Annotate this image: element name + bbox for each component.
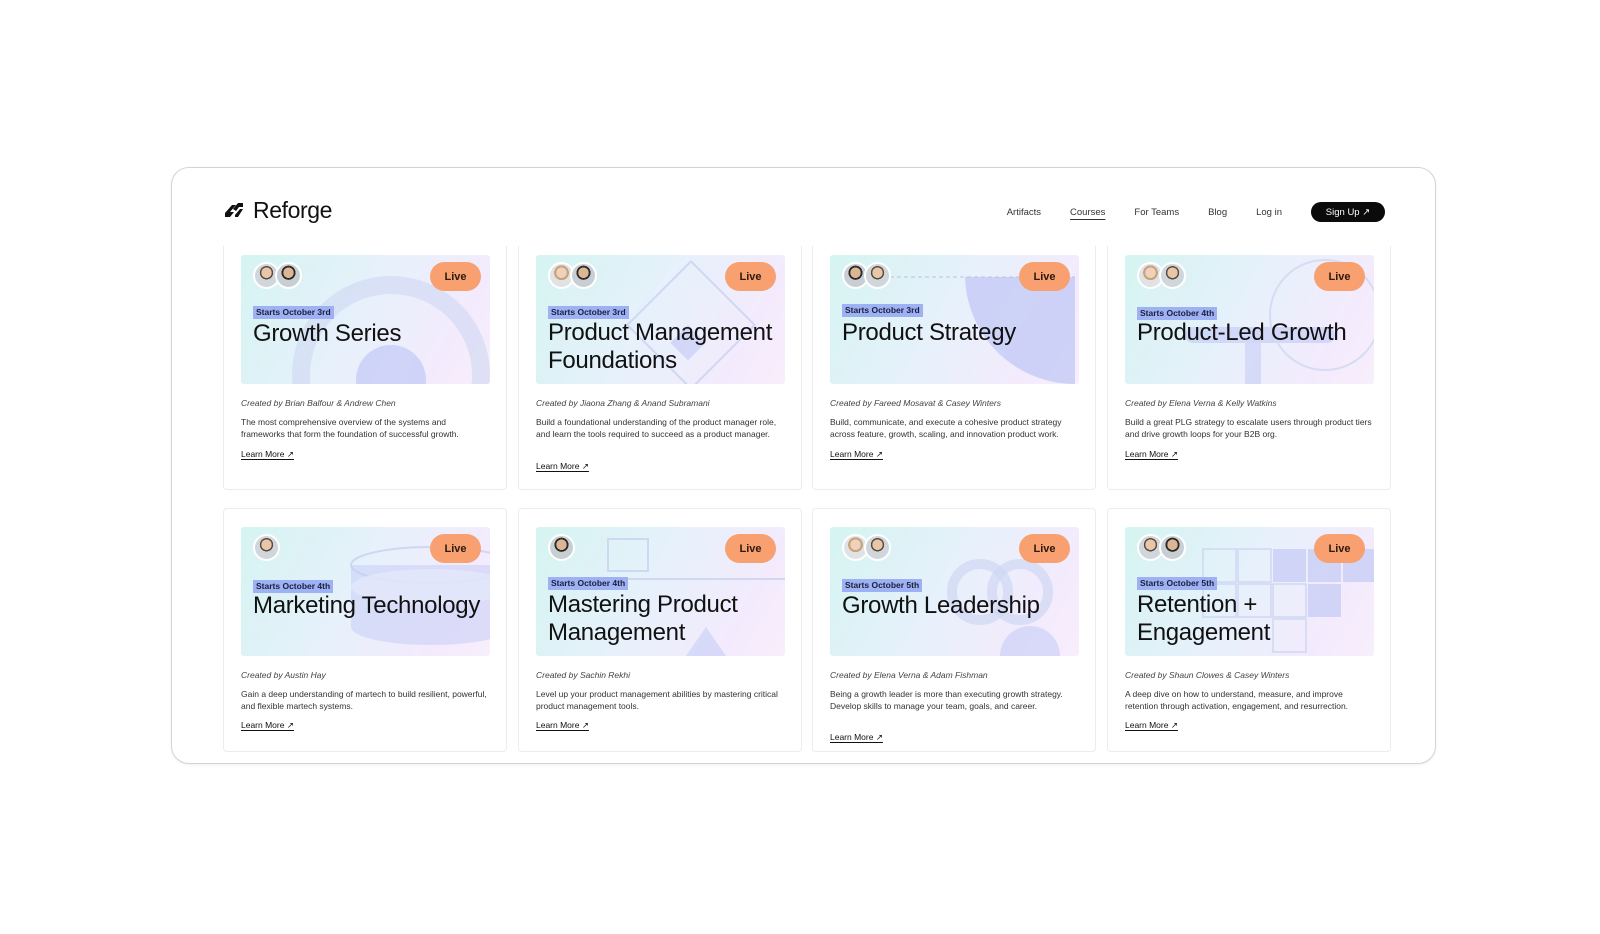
course-banner: Live Starts October 3rd Product Strategy	[830, 255, 1079, 384]
live-badge: Live	[1019, 534, 1070, 563]
course-banner: Live Starts October 4th Marketing Techno…	[241, 527, 490, 656]
course-banner: Live Starts October 5th Growth Leadershi…	[830, 527, 1079, 656]
nav-blog[interactable]: Blog	[1208, 207, 1227, 218]
course-banner: Live Starts October 4th Product-Led Grow…	[1125, 255, 1374, 384]
course-description: A deep dive on how to understand, measur…	[1125, 689, 1349, 711]
course-description: Being a growth leader is more than execu…	[830, 689, 1063, 711]
course-banner: Live Starts October 3rd Product Manageme…	[536, 255, 785, 384]
course-description: Level up your product management abiliti…	[536, 689, 778, 711]
avatar	[275, 262, 302, 289]
course-authors: Created by Elena Verna & Kelly Watkins	[1125, 398, 1277, 408]
course-description: Build, communicate, and execute a cohesi…	[830, 417, 1062, 439]
live-badge: Live	[725, 262, 776, 291]
course-description: The most comprehensive overview of the s…	[241, 417, 459, 439]
browser-frame: Reforge Artifacts Courses For Teams Blog…	[171, 167, 1436, 764]
avatar	[253, 534, 280, 561]
instructor-avatars	[253, 534, 280, 561]
course-card-mastering-product-management[interactable]: Live Starts October 4th Mastering Produc…	[518, 508, 802, 752]
course-title: Growth Leadership	[842, 592, 1040, 619]
learn-more-link[interactable]: Learn More ↗	[241, 720, 294, 731]
course-title: Product-Led Growth	[1137, 319, 1347, 346]
top-nav: Artifacts Courses For Teams Blog Log in …	[978, 202, 1385, 222]
course-title: Product Strategy	[842, 319, 1016, 346]
learn-more-link[interactable]: Learn More ↗	[830, 732, 883, 743]
course-card-product-led-growth[interactable]: Live Starts October 4th Product-Led Grow…	[1107, 246, 1391, 490]
course-description: Build a foundational understanding of th…	[536, 417, 777, 439]
start-date-badge: Starts October 5th	[1137, 577, 1218, 590]
course-title: Growth Series	[253, 320, 402, 347]
avatar	[548, 534, 575, 561]
start-date-badge: Starts October 4th	[548, 577, 629, 590]
instructor-avatars	[842, 262, 891, 289]
live-badge: Live	[1314, 534, 1365, 563]
course-card-product-management-foundations[interactable]: Live Starts October 3rd Product Manageme…	[518, 246, 802, 490]
live-badge: Live	[1314, 262, 1365, 291]
course-authors: Created by Jiaona Zhang & Anand Subraman…	[536, 398, 710, 408]
live-badge: Live	[725, 534, 776, 563]
instructor-avatars	[842, 534, 891, 561]
instructor-avatars	[548, 262, 597, 289]
sign-up-button[interactable]: Sign Up ↗	[1311, 202, 1385, 222]
live-badge: Live	[1019, 262, 1070, 291]
nav-for-teams[interactable]: For Teams	[1134, 207, 1179, 218]
avatar	[1159, 534, 1186, 561]
instructor-avatars	[548, 534, 575, 561]
course-authors: Created by Elena Verna & Adam Fishman	[830, 670, 988, 680]
nav-artifacts[interactable]: Artifacts	[1007, 207, 1041, 218]
course-title: Retention + Engagement	[1137, 591, 1271, 646]
instructor-avatars	[1137, 534, 1186, 561]
course-card-marketing-technology[interactable]: Live Starts October 4th Marketing Techno…	[223, 508, 507, 752]
course-description: Gain a deep understanding of martech to …	[241, 689, 487, 711]
learn-more-link[interactable]: Learn More ↗	[830, 449, 883, 460]
course-title: Marketing Technology	[253, 592, 481, 619]
start-date-badge: Starts October 3rd	[548, 306, 629, 319]
instructor-avatars	[1137, 262, 1186, 289]
live-badge: Live	[430, 534, 481, 563]
course-title: Mastering Product Management	[548, 591, 738, 646]
course-title: Product Management Foundations	[548, 319, 773, 374]
logo[interactable]: Reforge	[223, 197, 332, 224]
live-badge: Live	[430, 262, 481, 291]
nav-log-in[interactable]: Log in	[1256, 207, 1282, 218]
start-date-badge: Starts October 5th	[842, 579, 923, 592]
course-banner: Live Starts October 5th Retention + Enga…	[1125, 527, 1374, 656]
course-authors: Created by Austin Hay	[241, 670, 326, 680]
start-date-badge: Starts October 3rd	[842, 304, 923, 317]
course-card-growth-leadership[interactable]: Live Starts October 5th Growth Leadershi…	[812, 508, 1096, 752]
avatar	[864, 534, 891, 561]
course-authors: Created by Shaun Clowes & Casey Winters	[1125, 670, 1290, 680]
course-card-retention-engagement[interactable]: Live Starts October 5th Retention + Enga…	[1107, 508, 1391, 752]
course-card-product-strategy[interactable]: Live Starts October 3rd Product Strategy…	[812, 246, 1096, 490]
course-authors: Created by Sachin Rekhi	[536, 670, 631, 680]
learn-more-link[interactable]: Learn More ↗	[241, 449, 294, 460]
course-card-growth-series[interactable]: Live Starts October 3rd Growth Series Cr…	[223, 246, 507, 490]
course-banner: Live Starts October 3rd Growth Series	[241, 255, 490, 384]
avatar	[864, 262, 891, 289]
learn-more-link[interactable]: Learn More ↗	[1125, 720, 1178, 731]
start-date-badge: Starts October 3rd	[253, 306, 334, 319]
course-banner: Live Starts October 4th Mastering Produc…	[536, 527, 785, 656]
course-description: Build a great PLG strategy to escalate u…	[1125, 417, 1372, 439]
course-authors: Created by Fareed Mosavat & Casey Winter…	[830, 398, 1001, 408]
learn-more-link[interactable]: Learn More ↗	[1125, 449, 1178, 460]
course-authors: Created by Brian Balfour & Andrew Chen	[241, 398, 396, 408]
learn-more-link[interactable]: Learn More ↗	[536, 720, 589, 731]
nav-courses[interactable]: Courses	[1070, 207, 1105, 218]
learn-more-link[interactable]: Learn More ↗	[536, 461, 589, 472]
instructor-avatars	[253, 262, 302, 289]
brand-name: Reforge	[253, 197, 333, 223]
reforge-logo-icon	[225, 202, 243, 217]
avatar	[1159, 262, 1186, 289]
avatar	[570, 262, 597, 289]
